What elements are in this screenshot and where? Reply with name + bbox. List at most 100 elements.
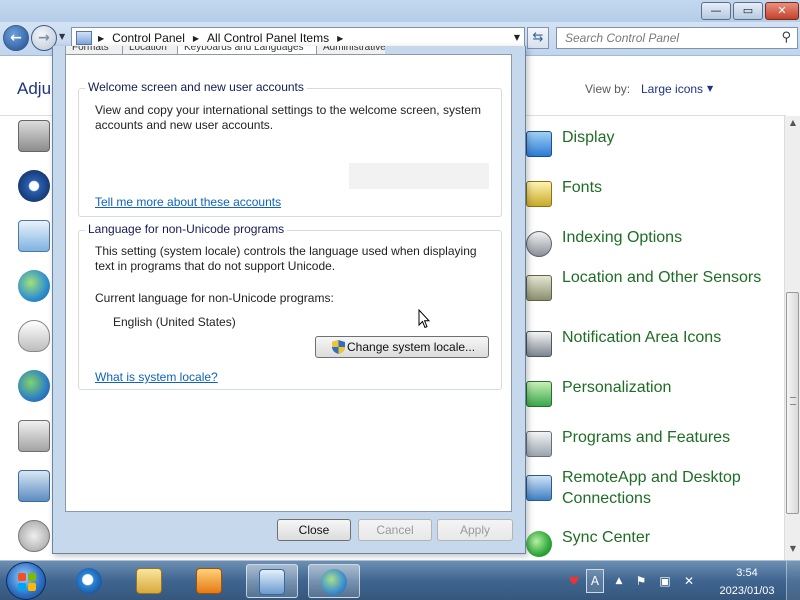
language-bar-icon[interactable]: A	[586, 569, 604, 593]
copy-settings-button-area	[349, 163, 489, 189]
windows-logo-icon	[18, 583, 26, 591]
chevron-down-icon[interactable]: ▼	[707, 84, 713, 93]
apply-button[interactable]: Apply	[437, 519, 513, 541]
group-description: This setting (system locale) controls th…	[95, 244, 477, 273]
group-description: View and copy your international setting…	[95, 103, 481, 132]
close-button[interactable]: Close	[277, 519, 351, 541]
scroll-down-icon[interactable]: ▼	[785, 544, 800, 558]
windows-explorer-icon	[136, 568, 162, 594]
breadcrumb-control-panel[interactable]: Control Panel	[112, 31, 185, 45]
cp-item-remoteapp[interactable]: RemoteApp and Desktop Connections	[522, 467, 792, 511]
cp-item-personalization[interactable]: Personalization	[522, 377, 792, 417]
taskbar-windows-explorer[interactable]	[124, 564, 176, 598]
change-system-locale-button[interactable]: Change system locale...	[315, 336, 489, 358]
indexing-options-icon	[526, 231, 552, 257]
location-sensors-icon	[526, 275, 552, 301]
taskbar-internet-explorer[interactable]	[64, 564, 116, 598]
action-center-icon[interactable]: ♥	[566, 573, 582, 589]
accounts-help-link[interactable]: Tell me more about these accounts	[95, 195, 281, 209]
current-language-label: Current language for non-Unicode program…	[95, 291, 334, 305]
view-by-dropdown[interactable]: Large icons	[641, 82, 703, 96]
region-language-dialog: Formats Location Keyboards and Languages…	[52, 46, 526, 554]
page-title: Adju	[17, 79, 52, 98]
system-locale-help-link[interactable]: What is system locale?	[95, 370, 218, 384]
item-label: Location and Other Sensors	[562, 269, 762, 286]
chevron-right-icon[interactable]: ▶	[98, 34, 104, 43]
display-icon	[526, 131, 552, 157]
cp-item-notification-area-icons[interactable]: Notification Area Icons	[522, 327, 792, 367]
taskbar-media-player[interactable]	[184, 564, 236, 598]
cancel-button[interactable]: Cancel	[358, 519, 432, 541]
control-panel-icon	[259, 569, 285, 595]
search-box[interactable]: ⚲	[556, 27, 798, 49]
button-label: Change system locale...	[347, 340, 476, 354]
chevron-right-icon[interactable]: ▶	[193, 34, 199, 43]
chevron-right-icon[interactable]: ▶	[337, 34, 343, 43]
maximize-button[interactable]: ▭	[733, 2, 763, 20]
personalization-icon	[526, 381, 552, 407]
search-input[interactable]	[557, 28, 767, 48]
cp-item-location-sensors[interactable]: Location and Other Sensors	[522, 267, 792, 311]
grip-icon	[790, 397, 796, 405]
group-title: Language for non-Unicode programs	[85, 222, 288, 236]
cp-item-programs-features[interactable]: Programs and Features	[522, 427, 792, 467]
start-button[interactable]	[6, 562, 46, 600]
recent-pages-dropdown-icon[interactable]: ▼	[59, 32, 65, 41]
show-hidden-icons[interactable]: ▲	[611, 573, 627, 589]
cp-item-display[interactable]: Display	[522, 127, 792, 167]
show-desktop-button[interactable]	[786, 561, 800, 600]
programs-features-icon	[526, 431, 552, 457]
cp-item-fonts[interactable]: Fonts	[522, 177, 792, 217]
default-programs-icon[interactable]	[18, 220, 50, 252]
refresh-button[interactable]: ⇆	[527, 27, 549, 49]
taskbar-region-language[interactable]	[308, 564, 360, 598]
uac-shield-icon	[332, 340, 345, 354]
title-bar: — ▭ ✕	[0, 0, 800, 22]
item-label: Sync Center	[562, 529, 651, 546]
flag-icon[interactable]: ⚑	[633, 573, 649, 589]
windows-logo-icon	[18, 573, 26, 581]
admin-tools-icon[interactable]	[18, 120, 50, 152]
item-label: Notification Area Icons	[562, 329, 722, 346]
welcome-screen-group: Welcome screen and new user accounts Vie…	[78, 80, 502, 217]
breadcrumb-all-items[interactable]: All Control Panel Items	[207, 31, 329, 45]
view-by-label: View by:	[585, 82, 631, 96]
address-dropdown-icon[interactable]: ▼	[514, 33, 520, 42]
scroll-up-icon[interactable]: ▲	[785, 118, 800, 132]
fonts-icon	[526, 181, 552, 207]
clock-date[interactable]: 2023/01/03	[714, 585, 780, 597]
minimize-button[interactable]: —	[701, 2, 731, 20]
network-icon[interactable]: ▣	[657, 573, 673, 589]
region-language-icon	[321, 569, 347, 595]
clock-time[interactable]: 3:54	[732, 567, 762, 579]
sound-icon[interactable]	[18, 520, 50, 552]
vertical-scrollbar[interactable]: ▲ ▼	[784, 116, 800, 560]
windows-logo-icon	[28, 573, 36, 581]
refresh-icon: ⇆	[532, 30, 544, 45]
scrollbar-thumb[interactable]	[786, 292, 799, 514]
control-panel-icon	[76, 31, 92, 45]
mouse-icon[interactable]	[18, 320, 50, 352]
close-window-button[interactable]: ✕	[765, 2, 799, 20]
item-label: Display	[562, 129, 615, 146]
cp-item-indexing-options[interactable]: Indexing Options	[522, 227, 792, 267]
taskbar-control-panel[interactable]	[246, 564, 298, 598]
taskbar: ♥ A ▲ ⚑ ▣ ✕ 3:54 2023/01/03	[0, 560, 800, 600]
back-button[interactable]: ←	[3, 25, 29, 51]
ease-of-access-icon[interactable]	[18, 170, 50, 202]
non-unicode-group: Language for non-Unicode programs This s…	[78, 222, 502, 390]
network-icon[interactable]	[18, 370, 50, 402]
item-label: Indexing Options	[562, 229, 683, 246]
item-label: Personalization	[562, 379, 672, 396]
search-icon[interactable]: ⚲	[781, 30, 791, 45]
phone-modem-icon[interactable]	[18, 420, 50, 452]
item-label: Fonts	[562, 179, 603, 196]
volume-muted-icon[interactable]: ✕	[681, 573, 697, 589]
internet-options-icon[interactable]	[18, 270, 50, 302]
internet-explorer-icon	[76, 568, 102, 594]
region-icon[interactable]	[18, 470, 50, 502]
sync-center-icon	[526, 531, 552, 557]
notification-area-icon	[526, 331, 552, 357]
tab-panel: Welcome screen and new user accounts Vie…	[65, 54, 512, 512]
media-player-icon	[196, 568, 222, 594]
